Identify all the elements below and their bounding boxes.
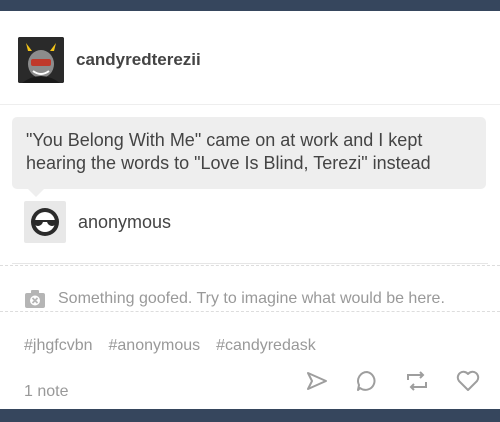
reblog-button[interactable] xyxy=(404,368,430,394)
reply-button[interactable] xyxy=(354,368,380,394)
dashboard-background-bar xyxy=(0,409,500,422)
reblog-icon xyxy=(407,371,427,391)
tag-link[interactable]: #candyredask xyxy=(216,337,316,355)
blog-username[interactable]: candyredterezii xyxy=(76,50,201,70)
asker-name[interactable]: anonymous xyxy=(78,212,171,233)
blog-avatar[interactable] xyxy=(18,37,64,83)
like-button[interactable] xyxy=(455,368,481,394)
tag-link[interactable]: #jhgfcvbn xyxy=(24,337,93,355)
anonymous-sunglasses-icon xyxy=(31,208,59,236)
asker-row: anonymous xyxy=(24,201,171,243)
reply-icon xyxy=(357,371,376,391)
bubble-tail xyxy=(28,189,44,197)
like-icon xyxy=(456,370,480,391)
dashed-divider-top xyxy=(0,265,500,266)
blog-avatar-icon xyxy=(18,37,64,83)
media-error-text: Something goofed. Try to imagine what wo… xyxy=(58,290,445,307)
header-divider xyxy=(0,104,500,105)
note-count[interactable]: 1 note xyxy=(24,383,68,401)
broken-camera-icon xyxy=(25,290,45,308)
ask-question-text: "You Belong With Me" came on at work and… xyxy=(26,130,431,173)
share-button[interactable] xyxy=(304,368,330,394)
share-icon xyxy=(307,372,327,390)
ask-question-bubble: "You Belong With Me" came on at work and… xyxy=(12,117,486,189)
post-header: candyredterezii xyxy=(18,37,201,83)
ask-divider xyxy=(12,263,488,264)
media-error-row: Something goofed. Try to imagine what wo… xyxy=(24,287,445,311)
post-card: candyredterezii "You Belong With Me" cam… xyxy=(0,11,500,409)
tag-link[interactable]: #anonymous xyxy=(109,337,201,355)
anonymous-avatar xyxy=(24,201,66,243)
tag-list: #jhgfcvbn #anonymous #candyredask xyxy=(24,337,332,355)
dashed-divider-bottom xyxy=(0,311,500,312)
